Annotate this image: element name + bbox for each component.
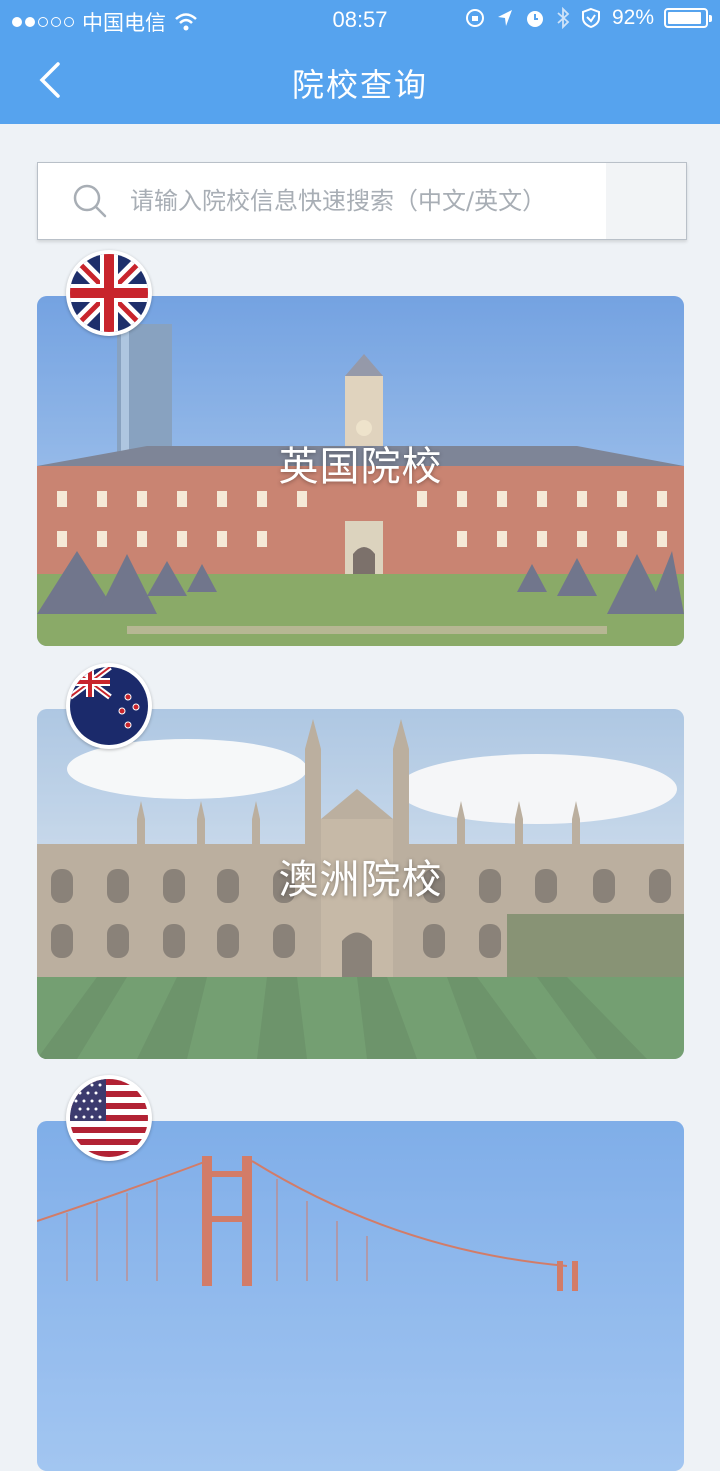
nav-bar: 院校查询 <box>0 40 720 124</box>
battery-icon <box>664 8 712 28</box>
search-bar[interactable] <box>37 162 687 240</box>
image-overlay <box>37 1121 684 1471</box>
card-title: 澳洲院校 <box>278 857 443 903</box>
battery-percent: 92% <box>611 6 654 29</box>
status-bar: 中国电信 08:57 92% <box>0 0 720 40</box>
us-flag-icon <box>66 1075 152 1161</box>
alarm-icon <box>526 11 543 27</box>
shield-icon <box>581 7 600 29</box>
status-right: 92% <box>464 6 712 30</box>
uk-flag-icon <box>66 250 152 336</box>
location-arrow-icon <box>497 10 512 26</box>
country-card-australia[interactable]: 澳洲院校 <box>37 709 684 1059</box>
search-box-edge <box>606 163 686 239</box>
nz-flag-icon <box>66 663 152 749</box>
bluetooth-icon <box>557 7 570 29</box>
search-icon <box>73 184 107 218</box>
battery-fill <box>668 12 702 24</box>
country-card-uk[interactable]: 英国院校 <box>37 296 684 646</box>
card-title: 英国院校 <box>278 444 443 490</box>
rotation-lock-icon <box>465 9 484 27</box>
page-title: 院校查询 <box>291 66 428 104</box>
country-card-usa[interactable] <box>37 1121 684 1471</box>
search-input[interactable] <box>130 187 600 215</box>
